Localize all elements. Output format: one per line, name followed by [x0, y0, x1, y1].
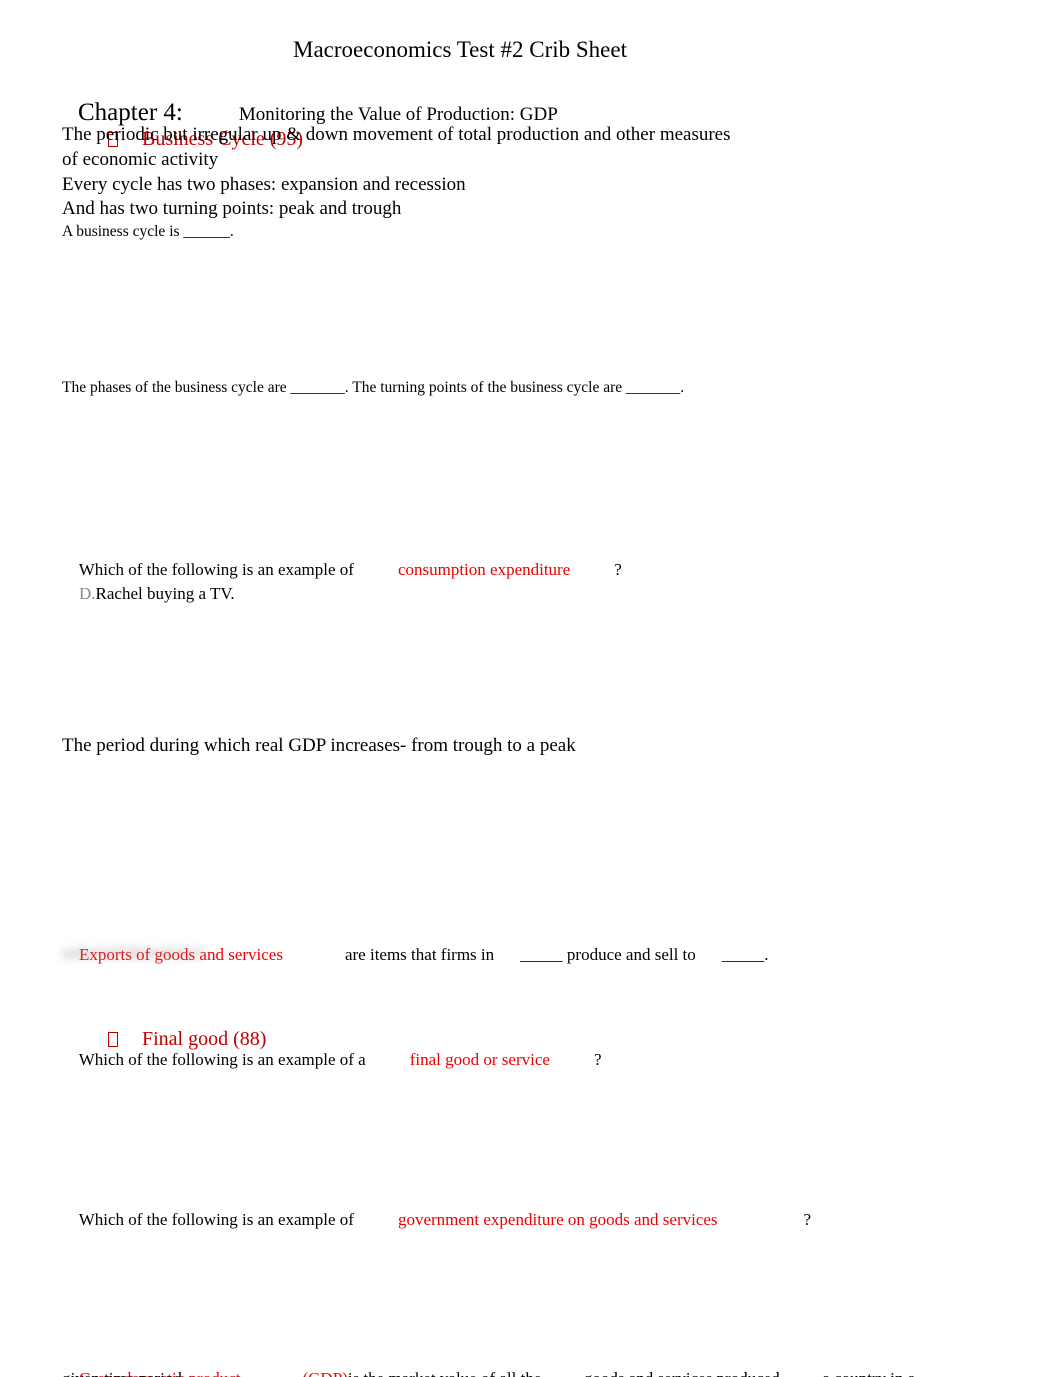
- gdp-definition-part-a: is the market value of all the: [348, 1369, 542, 1377]
- gdp-abbreviation: GDP: [308, 1369, 342, 1377]
- exports-middle: produce and sell to: [566, 945, 696, 964]
- gdp-definition-clipped-line: given time period: [62, 1367, 182, 1377]
- question-consumption-mark: ?: [614, 560, 622, 579]
- gdp-blank-1: ____: [546, 1369, 580, 1377]
- business-cycle-prompt-1: A business cycle is ______.: [62, 223, 234, 240]
- question-consumption-term: consumption expenditure: [397, 560, 571, 579]
- answer-choice-d: D.Rachel buying a TV.: [62, 559, 235, 628]
- expansion-definition: The period during which real GDP increas…: [62, 735, 576, 756]
- question-final-good-mark: ?: [593, 1050, 602, 1069]
- answer-choice-d-text: Rachel buying a TV.: [95, 584, 235, 603]
- question-government-term: government expenditure on goods and serv…: [397, 1210, 718, 1229]
- document-page: Macroeconomics Test #2 Crib Sheet Chapte…: [0, 0, 1062, 1377]
- exports-blank-2: _____: [721, 945, 765, 964]
- business-cycle-definition-line-1: The periodic but irregular up & down mov…: [62, 124, 731, 145]
- question-final-good: Which of the following is an example of …: [62, 1025, 602, 1094]
- business-cycle-prompt-2: The phases of the business cycle are ___…: [62, 379, 685, 396]
- question-government-expenditure: Which of the following is an example of g…: [62, 1185, 811, 1254]
- question-final-good-lead: Which of the following is an example of …: [78, 1050, 366, 1069]
- exports-obscured-line: redacted blurred text: [62, 943, 203, 962]
- question-government-lead: Which of the following is an example of: [78, 1210, 354, 1229]
- page-title: Macroeconomics Test #2 Crib Sheet: [293, 37, 627, 62]
- exports-lead: are items that firms in: [344, 945, 495, 964]
- gdp-definition-part-c: a country in a: [822, 1369, 915, 1377]
- business-cycle-definition-line-2: of economic activity: [62, 149, 219, 170]
- exports-end: .: [764, 945, 769, 964]
- answer-choice-d-letter: D.: [79, 584, 96, 603]
- question-government-mark: ?: [803, 1210, 812, 1229]
- business-cycle-definition-line-4: And has two turning points: peak and tro…: [62, 198, 402, 219]
- gdp-blank-2: ____: [784, 1369, 818, 1377]
- gdp-definition-part-b: goods and services produced: [584, 1369, 780, 1377]
- question-final-good-term: final good or service: [409, 1050, 550, 1069]
- exports-blank-1: _____: [520, 945, 563, 964]
- gdp-definition-line: Gross domestic product(GDP)is the market…: [62, 1344, 915, 1377]
- business-cycle-definition-line-3: Every cycle has two phases: expansion an…: [62, 174, 466, 195]
